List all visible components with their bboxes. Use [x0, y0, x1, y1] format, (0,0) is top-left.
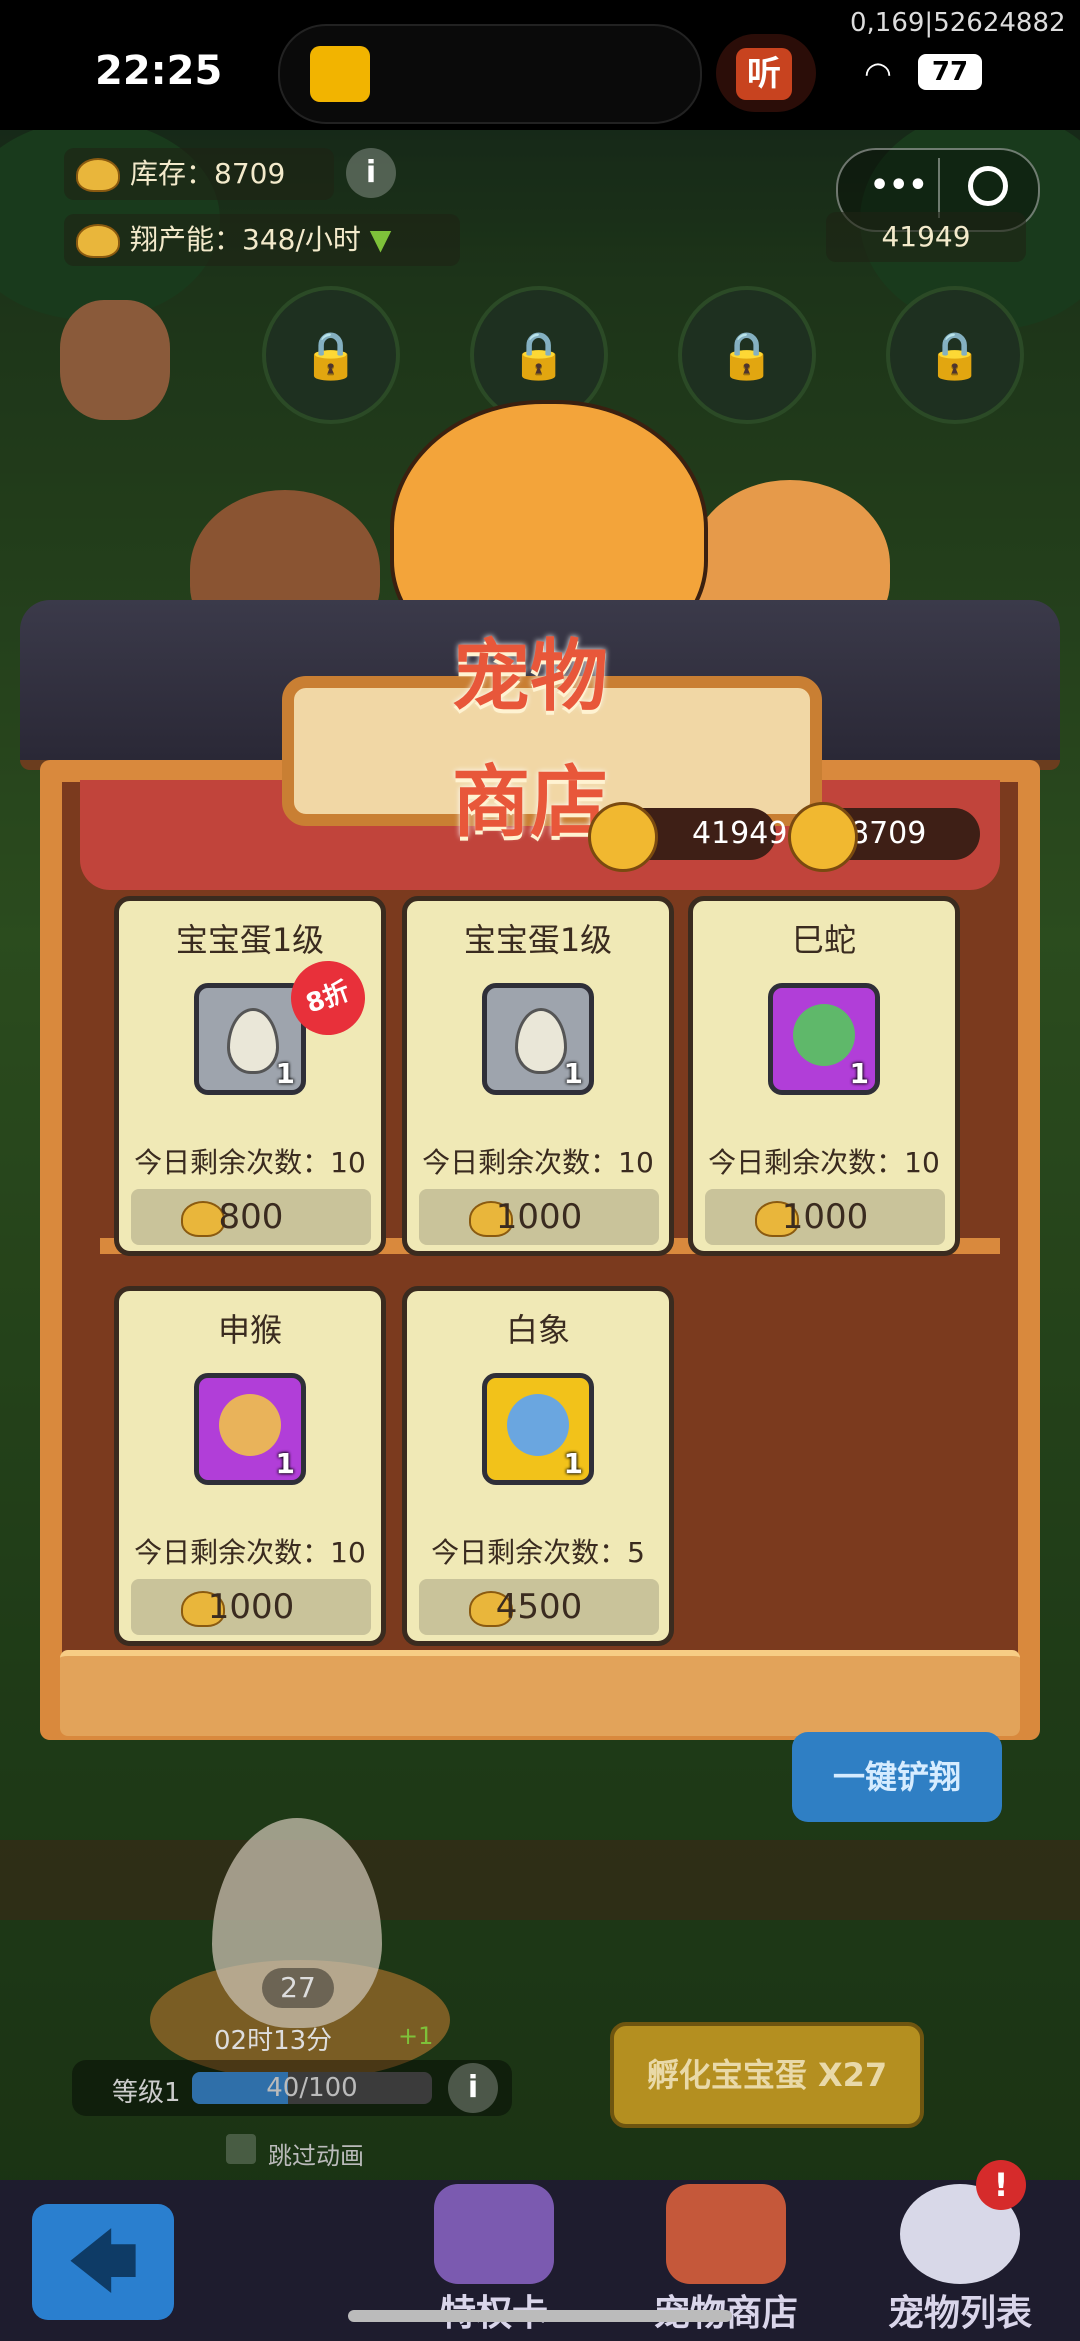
- gold-top-value: 41949: [881, 220, 971, 253]
- item-remaining: 今日剩余次数：10: [134, 1146, 366, 1179]
- skip-animation-label: 跳过动画: [268, 2142, 364, 2170]
- shop-item-egg-discount[interactable]: 宝宝蛋1级 1 8折 今日剩余次数：10 800: [114, 896, 386, 1256]
- shop-bottom-shelf: [60, 1650, 1020, 1736]
- elephant-pet-icon: 1: [482, 1373, 594, 1485]
- capacity-pill: 翔产能：348/小时 ▼: [64, 214, 460, 266]
- locked-slot-1[interactable]: 🔒: [262, 286, 400, 424]
- egg-item-icon: 1: [482, 983, 594, 1095]
- item-price: 1000: [495, 1197, 583, 1237]
- egg-timer: 02时13分: [214, 2026, 333, 2056]
- poop-icon: [76, 224, 120, 258]
- pet-deer[interactable]: [60, 300, 170, 420]
- item-name: 宝宝蛋1级: [463, 921, 613, 959]
- wifi-icon: ◠: [864, 54, 892, 92]
- egg-icon: [515, 1008, 567, 1074]
- item-name: 申猴: [217, 1311, 282, 1349]
- item-price: 800: [218, 1197, 284, 1237]
- snake-pet-icon: 1: [768, 983, 880, 1095]
- buy-button[interactable]: 1000: [419, 1189, 659, 1245]
- buy-button[interactable]: 4500: [419, 1579, 659, 1635]
- buy-button[interactable]: 1000: [131, 1579, 371, 1635]
- item-remaining: 今日剩余次数：10: [708, 1146, 940, 1179]
- delivery-icon: [310, 46, 370, 102]
- poop-icon: [788, 802, 858, 872]
- item-qty: 1: [563, 1447, 583, 1480]
- locked-slot-4[interactable]: 🔒: [886, 286, 1024, 424]
- elephant-face-icon: [507, 1394, 569, 1456]
- debug-id: 0,169|52624882: [850, 8, 1066, 38]
- shop-title-line1: 宠物: [452, 632, 609, 722]
- egg-icon: [227, 1008, 279, 1074]
- nav-pet-list-label: 宠物列表: [887, 2293, 1032, 2334]
- shop-item-egg[interactable]: 宝宝蛋1级 1 今日剩余次数：10 1000: [402, 896, 674, 1256]
- shovel-all-button[interactable]: 一键铲翔: [792, 1732, 1002, 1822]
- item-price: 1000: [781, 1197, 869, 1237]
- snake-face-icon: [793, 1004, 855, 1066]
- level-bar: 等级1 40/100 i: [72, 2060, 512, 2116]
- stock-pill: 库存：8709: [64, 148, 334, 200]
- battery-indicator: 77: [918, 54, 982, 90]
- poop-icon: [76, 158, 120, 192]
- level-progress-track: 40/100: [192, 2072, 432, 2104]
- item-qty: 1: [849, 1057, 869, 1090]
- item-price: 4500: [495, 1587, 583, 1627]
- shop-item-monkey[interactable]: 申猴 1 今日剩余次数：10 1000: [114, 1286, 386, 1646]
- item-qty: 1: [275, 1447, 295, 1480]
- nav-pet-list[interactable]: 宠物列表: [870, 2180, 1050, 2341]
- buy-button[interactable]: 800: [131, 1189, 371, 1245]
- close-miniprogram-icon[interactable]: [968, 166, 1008, 206]
- status-time: 22:25: [95, 48, 223, 94]
- shop-item-elephant[interactable]: 白象 1 今日剩余次数：5 4500: [402, 1286, 674, 1646]
- item-remaining: 今日剩余次数：10: [134, 1536, 366, 1569]
- gold-top-pill: 41949: [826, 212, 1026, 262]
- egg-item-icon: 1: [194, 983, 306, 1095]
- buy-button[interactable]: 1000: [705, 1189, 945, 1245]
- hatch-button[interactable]: 孵化宝宝蛋 X27: [610, 2022, 924, 2128]
- gold-ingot-icon: [588, 802, 658, 872]
- shop-gold-pill: 41949: [588, 802, 787, 872]
- shop-stock-value: 8709: [850, 816, 927, 851]
- skip-animation-checkbox[interactable]: [226, 2134, 256, 2164]
- info-icon[interactable]: i: [346, 148, 396, 198]
- capsule-divider: [938, 158, 940, 218]
- monkey-face-icon: [219, 1394, 281, 1456]
- privilege-card-icon: [434, 2184, 554, 2284]
- item-qty: 1: [275, 1057, 295, 1090]
- level-progress-text: 40/100: [266, 2073, 358, 2103]
- alert-badge: !: [976, 2160, 1026, 2210]
- egg-count: 27: [262, 1968, 334, 2008]
- more-icon[interactable]: •••: [870, 168, 928, 203]
- item-name: 白象: [505, 1311, 570, 1349]
- monkey-pet-icon: 1: [194, 1373, 306, 1485]
- back-arrow-icon[interactable]: 🡄: [32, 2204, 174, 2320]
- home-indicator[interactable]: [348, 2310, 732, 2322]
- shop-title-line2: 商店: [452, 758, 609, 848]
- capacity-label: 翔产能：348/小时: [130, 223, 361, 256]
- shop-stock-pill: 8709: [788, 802, 980, 872]
- dynamic-island: [278, 24, 702, 124]
- item-remaining: 今日剩余次数：5: [431, 1536, 645, 1569]
- item-remaining: 今日剩余次数：10: [422, 1146, 654, 1179]
- shop-item-snake[interactable]: 巳蛇 1 今日剩余次数：10 1000: [688, 896, 960, 1256]
- stock-label: 库存：8709: [130, 157, 286, 190]
- item-qty: 1: [563, 1057, 583, 1090]
- item-name: 巳蛇: [791, 921, 856, 959]
- level-label: 等级1: [112, 2078, 181, 2108]
- listen-icon[interactable]: 听: [736, 48, 792, 100]
- level-info-icon[interactable]: i: [448, 2063, 498, 2113]
- egg-plus: +1: [398, 2022, 434, 2050]
- item-name: 宝宝蛋1级: [175, 921, 325, 959]
- item-price: 1000: [207, 1587, 295, 1627]
- shop-gold-value: 41949: [692, 816, 788, 851]
- locked-slot-3[interactable]: 🔒: [678, 286, 816, 424]
- pet-shop-icon: [666, 2184, 786, 2284]
